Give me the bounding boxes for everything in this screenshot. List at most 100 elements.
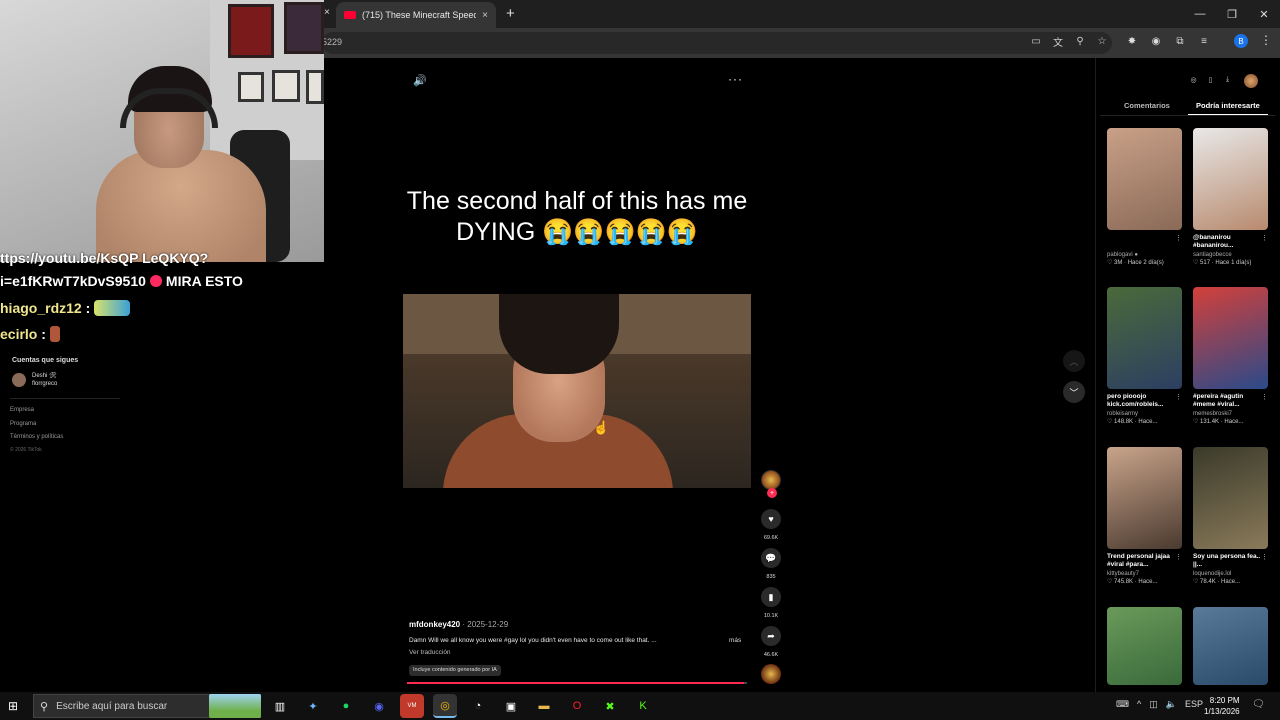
device-icon[interactable]: ▯	[1205, 74, 1216, 85]
music-disc-icon[interactable]	[761, 664, 781, 684]
discord-icon[interactable]: ◉	[367, 694, 391, 718]
more-options-icon[interactable]: ···	[728, 72, 743, 86]
webcam-overlay	[0, 0, 324, 262]
like-button[interactable]: ♥	[761, 509, 781, 529]
previous-video-button[interactable]: ︿	[1063, 350, 1085, 372]
card-menu-icon[interactable]: ⋮	[1175, 234, 1182, 242]
search-placeholder: Escribe aquí para buscar	[56, 700, 168, 712]
translate-link[interactable]: Ver traducción	[409, 649, 451, 656]
settings-icon[interactable]: ◎	[1188, 74, 1199, 85]
recommended-video-card[interactable]	[1193, 607, 1268, 685]
extension-fox-icon[interactable]: ✸	[1124, 33, 1140, 49]
video-thumbnail[interactable]	[1107, 128, 1182, 230]
speaker-icon[interactable]: 🔈	[1166, 699, 1177, 710]
recommended-video-card[interactable]: ⋮ pero piooojo kick.com/robleis... robleis…	[1107, 287, 1182, 425]
recommended-video-card[interactable]: ⋮ @bananirou #bananirou... santiagobecce ♡ …	[1193, 128, 1268, 266]
close-window-button[interactable]: ✕	[1248, 0, 1280, 28]
card-user[interactable]: santiagobecce	[1193, 252, 1268, 258]
save-button[interactable]: ▮	[761, 587, 781, 607]
card-user[interactable]: pablogavi ●	[1107, 252, 1182, 258]
spotify-icon[interactable]: ●	[334, 694, 358, 718]
task-view-icon[interactable]: ▥	[268, 694, 292, 718]
video-thumbnail[interactable]	[1107, 287, 1182, 389]
close-previous-tab-icon[interactable]: ×	[324, 7, 330, 18]
video-thumbnail[interactable]	[1107, 447, 1182, 549]
download-icon[interactable]: ⤓	[1222, 74, 1233, 85]
recommended-video-card[interactable]	[1107, 607, 1182, 685]
card-menu-icon[interactable]: ⋮	[1175, 553, 1182, 561]
translate-icon[interactable]: 文	[1050, 33, 1066, 49]
browser-menu-icon[interactable]: ⋮	[1260, 33, 1272, 47]
voicemeeter-icon[interactable]: VM	[400, 694, 424, 718]
windows-start-icon[interactable]: ⊞	[8, 699, 18, 713]
following-account[interactable]: Deshi 🛠 florrgreco	[12, 372, 57, 388]
card-user[interactable]: memesbroski7	[1193, 411, 1268, 417]
card-menu-icon[interactable]: ⋮	[1261, 234, 1268, 242]
close-tab-icon[interactable]: ×	[482, 10, 488, 21]
card-menu-icon[interactable]: ⋮	[1175, 393, 1182, 401]
link-empresa[interactable]: Empresa	[10, 407, 34, 413]
media-controls-icon[interactable]: ≡	[1196, 33, 1212, 49]
card-stats: ♡ 517 · Hace 1 día(s)	[1193, 260, 1252, 266]
card-title: @bananirou #bananirou...	[1193, 234, 1234, 249]
extensions-puzzle-icon[interactable]: ⧉	[1172, 33, 1188, 49]
next-video-button[interactable]: ﹀	[1063, 381, 1085, 403]
extension-color-icon[interactable]: ◉	[1148, 33, 1164, 49]
tabs-divider	[1100, 115, 1275, 116]
profile-avatar[interactable]: B	[1234, 34, 1248, 48]
bookmark-star-icon[interactable]: ☆	[1094, 33, 1110, 49]
kick-icon[interactable]: K	[631, 694, 655, 718]
tab-recommended[interactable]: Podría interesarte	[1196, 101, 1260, 110]
install-icon[interactable]: ▭	[1028, 33, 1044, 49]
user-avatar[interactable]	[1244, 74, 1258, 88]
heart-icon: ♥	[768, 514, 774, 524]
tab-comments[interactable]: Comentarios	[1124, 101, 1170, 110]
recommended-video-card[interactable]: ⋮ #pereira #agutin #meme #viral... memesbr…	[1193, 287, 1268, 425]
minimize-button[interactable]: —	[1184, 0, 1216, 28]
capcut-icon[interactable]: ▣	[499, 694, 523, 718]
copilot-icon[interactable]: ✦	[301, 694, 325, 718]
tab-youtube[interactable]: (715) These Minecraft Speedrun ×	[336, 2, 496, 28]
video-thumbnail[interactable]	[1193, 128, 1268, 230]
recommended-video-card[interactable]: ⋮ pablogavi ● ♡ 3M · Hace 2 día(s)	[1107, 128, 1182, 266]
xbox-icon[interactable]: ✖	[598, 694, 622, 718]
clock[interactable]: 8:20 PM 1/13/2026	[1204, 695, 1240, 717]
language-indicator[interactable]: ESP	[1185, 699, 1203, 710]
link-programa[interactable]: Programa	[10, 421, 36, 427]
chevron-up-icon[interactable]: ^	[1137, 699, 1141, 710]
creator-avatar[interactable]	[761, 470, 781, 490]
volume-icon[interactable]: 🔊	[413, 74, 427, 87]
chrome-icon[interactable]: ◎	[433, 694, 457, 718]
video-thumbnail[interactable]	[1193, 447, 1268, 549]
obs-icon[interactable]: ◔	[466, 694, 490, 718]
new-tab-button[interactable]: +	[506, 5, 515, 22]
card-user[interactable]: loquenodije.lol	[1193, 571, 1268, 577]
progress-bar[interactable]	[407, 682, 747, 684]
card-menu-icon[interactable]: ⋮	[1261, 553, 1268, 561]
link-terms[interactable]: Términos y políticas	[10, 434, 63, 440]
video-thumbnail[interactable]	[1107, 607, 1182, 685]
restore-button[interactable]: ❐	[1216, 0, 1248, 28]
share-button[interactable]: ➦	[761, 626, 781, 646]
card-user[interactable]: kittybeauty7	[1107, 571, 1182, 577]
network-icon[interactable]: ◫	[1149, 699, 1158, 710]
author-name[interactable]: mfdonkey420	[409, 620, 460, 629]
keyboard-icon[interactable]: ⌨	[1116, 699, 1129, 710]
more-link[interactable]: más	[729, 637, 741, 644]
recommended-video-card[interactable]: ⋮ Trend personal jajaa #viral #para... kit…	[1107, 447, 1182, 585]
file-explorer-icon[interactable]: ▬	[532, 694, 556, 718]
card-user[interactable]: robleisarmy	[1107, 411, 1182, 417]
notifications-icon[interactable]: 🗨	[1252, 699, 1265, 710]
zoom-icon[interactable]: ⚲	[1072, 33, 1088, 49]
chat-text: i=e1fKRwT7kDvS9510	[0, 273, 146, 289]
active-tab-indicator	[1188, 114, 1268, 115]
video-thumbnail[interactable]	[1193, 287, 1268, 389]
comment-button[interactable]: 💬	[761, 548, 781, 568]
recommended-video-card[interactable]: ⋮ Soy una persona fea.. ||... loquenodije.…	[1193, 447, 1268, 585]
video-author-line[interactable]: mfdonkey420 · 2025-12-29	[409, 620, 508, 629]
address-bar[interactable]: 5229	[322, 32, 1112, 54]
card-menu-icon[interactable]: ⋮	[1261, 393, 1268, 401]
follow-plus-icon[interactable]: +	[767, 488, 777, 498]
video-thumbnail[interactable]	[1193, 607, 1268, 685]
opera-icon[interactable]: O	[565, 694, 589, 718]
